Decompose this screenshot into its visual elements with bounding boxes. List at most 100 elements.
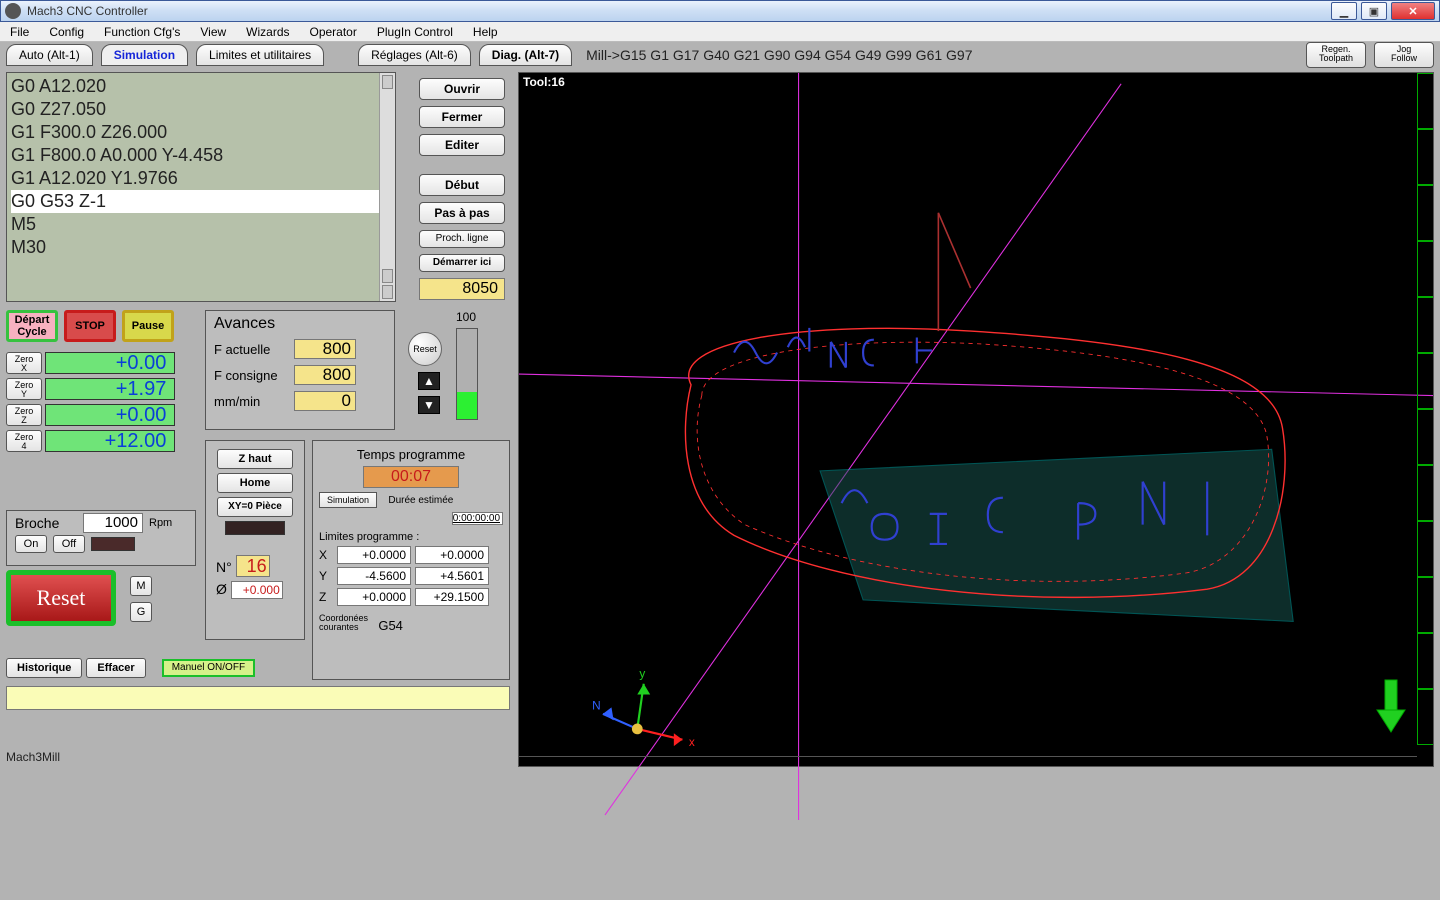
svg-text:x: x	[689, 735, 695, 749]
svg-text:y: y	[639, 666, 645, 680]
simulation-button[interactable]: Simulation	[319, 492, 377, 508]
g-button[interactable]: G	[130, 602, 152, 622]
editer-button[interactable]: Editer	[419, 134, 505, 156]
home-button[interactable]: Home	[217, 473, 293, 493]
override-up-button[interactable]: ▲	[418, 372, 440, 390]
fermer-button[interactable]: Fermer	[419, 106, 505, 128]
feed-actual-value[interactable]: 800	[294, 339, 356, 359]
menu-config[interactable]: Config	[39, 25, 94, 39]
spindle-label: Broche	[15, 515, 59, 531]
line-number-dro[interactable]: 8050	[419, 278, 505, 300]
spindle-off-button[interactable]: Off	[53, 535, 85, 553]
dro-4[interactable]: +12.00	[45, 430, 175, 452]
limit-z-max: +29.1500	[415, 588, 489, 606]
toolpath-ruler-right	[1417, 73, 1433, 766]
m-button[interactable]: M	[130, 576, 152, 596]
limit-y-label: Y	[319, 569, 337, 583]
reset-panel: Reset M G	[6, 570, 156, 640]
zero-z-button[interactable]: Zero Z	[6, 404, 42, 426]
jog-follow-button[interactable]: Jog Follow	[1374, 42, 1434, 68]
gcode-listing[interactable]: G0 A12.020 G0 Z27.050 G1 F300.0 Z26.000 …	[6, 72, 396, 302]
limit-x-min: +0.0000	[337, 546, 411, 564]
limits-label: Limites programme :	[319, 531, 503, 543]
menu-plugin-control[interactable]: PlugIn Control	[367, 25, 463, 39]
stop-button[interactable]: STOP	[64, 310, 116, 342]
svg-text:N: N	[592, 699, 601, 713]
spindle-on-button[interactable]: On	[15, 535, 47, 553]
xy0-piece-button[interactable]: XY=0 Pièce	[217, 497, 293, 517]
gcode-line: G0 A12.020	[11, 75, 391, 98]
tab-limites[interactable]: Limites et utilitaires	[196, 44, 324, 66]
feed-unit-label: mm/min	[214, 394, 294, 409]
zero-4-button[interactable]: Zero 4	[6, 430, 42, 452]
historique-button[interactable]: Historique	[6, 658, 82, 678]
menu-file[interactable]: File	[0, 25, 39, 39]
coord-label: Coordonées courantes	[319, 614, 375, 632]
home-panel: Z haut Home XY=0 Pièce N° 16 Ø +0.000	[205, 440, 305, 640]
dro-x[interactable]: +0.00	[45, 352, 175, 374]
spindle-led	[91, 537, 135, 551]
tab-reglages[interactable]: Réglages (Alt-6)	[358, 44, 471, 66]
manuel-onoff-button[interactable]: Manuel ON/OFF	[162, 659, 255, 677]
profile-label: Mach3Mill	[6, 750, 60, 764]
gcode-line-current: G0 G53 Z-1	[11, 190, 391, 213]
feed-actual-label: F actuelle	[214, 342, 294, 357]
menu-wizards[interactable]: Wizards	[236, 25, 299, 39]
minimize-button[interactable]	[1331, 2, 1357, 20]
tab-auto[interactable]: Auto (Alt-1)	[6, 44, 93, 66]
gcode-line: M5	[11, 213, 391, 236]
duration-label: Durée estimée	[388, 495, 453, 506]
duration-value: 0:00:00:00	[452, 512, 503, 525]
titlebar: Mach3 CNC Controller	[0, 0, 1440, 22]
limit-z-min: +0.0000	[337, 588, 411, 606]
zero-x-button[interactable]: Zero X	[6, 352, 42, 374]
toolpath-graphic: x y N	[519, 73, 1433, 820]
tool-dia-label: Ø	[216, 581, 227, 597]
toolpath-ruler-bottom	[519, 756, 1417, 766]
window-title: Mach3 CNC Controller	[25, 4, 1331, 18]
dro-z[interactable]: +0.00	[45, 404, 175, 426]
menu-view[interactable]: View	[190, 25, 236, 39]
reset-button[interactable]: Reset	[6, 570, 116, 626]
regen-toolpath-button[interactable]: Regen. Toolpath	[1306, 42, 1366, 68]
zero-y-button[interactable]: Zero Y	[6, 378, 42, 400]
menu-function-cfg[interactable]: Function Cfg's	[94, 25, 190, 39]
spindle-rpm-value[interactable]: 1000	[83, 513, 143, 533]
override-down-button[interactable]: ▼	[418, 396, 440, 414]
override-reset-button[interactable]: Reset	[408, 332, 442, 366]
tool-dia-value[interactable]: +0.000	[231, 581, 283, 599]
menubar: File Config Function Cfg's View Wizards …	[0, 22, 1440, 42]
toolpath-viewport[interactable]: Tool:16	[518, 72, 1434, 767]
coord-value: G54	[378, 618, 403, 633]
feed-consigne-value[interactable]: 800	[294, 365, 356, 385]
maximize-button[interactable]	[1361, 2, 1387, 20]
override-bar	[456, 328, 478, 420]
tool-number-value[interactable]: 16	[236, 555, 270, 577]
dro-y[interactable]: +1.97	[45, 378, 175, 400]
pas-a-pas-button[interactable]: Pas à pas	[419, 202, 505, 224]
tab-diag[interactable]: Diag. (Alt-7)	[479, 44, 572, 66]
spindle-panel: Broche 1000 Rpm On Off	[6, 510, 196, 566]
message-bar[interactable]	[6, 686, 510, 710]
ouvrir-button[interactable]: Ouvrir	[419, 78, 505, 100]
feed-title: Avances	[214, 315, 386, 333]
gcode-line: G1 F800.0 A0.000 Y-4.458	[11, 144, 391, 167]
limit-y-min: -4.5600	[337, 567, 411, 585]
proch-ligne-button[interactable]: Proch. ligne	[419, 230, 505, 248]
gcode-scrollbar[interactable]	[379, 73, 395, 301]
menu-help[interactable]: Help	[463, 25, 508, 39]
feed-unit-value[interactable]: 0	[294, 391, 356, 411]
pause-button[interactable]: Pause	[122, 310, 174, 342]
time-panel: Temps programme 00:07 Simulation Durée e…	[312, 440, 510, 680]
home-led	[225, 521, 285, 535]
depart-cycle-button[interactable]: Départ Cycle	[6, 310, 58, 342]
menu-operator[interactable]: Operator	[300, 25, 367, 39]
limit-z-label: Z	[319, 590, 337, 604]
z-haut-button[interactable]: Z haut	[217, 449, 293, 469]
tab-simulation[interactable]: Simulation	[101, 44, 188, 66]
demarrer-ici-button[interactable]: Démarrer ici	[419, 254, 505, 272]
gcode-line: G1 F300.0 Z26.000	[11, 121, 391, 144]
debut-button[interactable]: Début	[419, 174, 505, 196]
close-button[interactable]	[1391, 2, 1435, 20]
effacer-button[interactable]: Effacer	[86, 658, 145, 678]
